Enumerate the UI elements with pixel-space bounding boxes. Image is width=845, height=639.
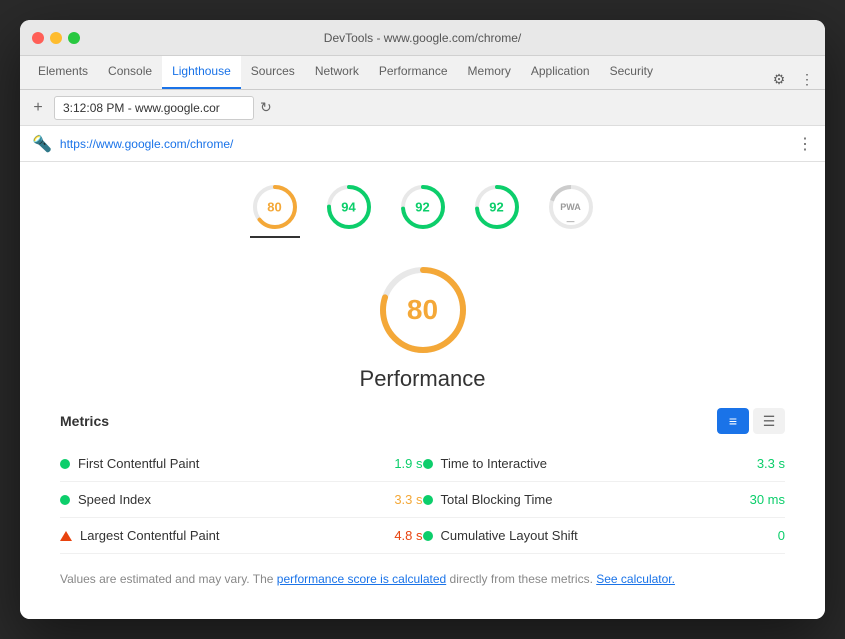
fcp-dot [60, 459, 70, 469]
title-bar: DevTools - www.google.com/chrome/ [20, 20, 825, 56]
cls-value: 0 [778, 528, 785, 543]
score-ring-0: 80 [250, 182, 300, 232]
score-circles: 80 94 [60, 182, 785, 238]
metrics-header: Metrics ≡ ☰ [60, 408, 785, 434]
maximize-button[interactable] [68, 32, 80, 44]
tabs-right-controls: ⚙ ⋮ [769, 69, 825, 89]
new-tab-icon[interactable]: + [28, 98, 48, 118]
score-ring-pwa: PWA − [546, 182, 596, 232]
lcp-name: Largest Contentful Paint [80, 528, 378, 543]
footer-text-before: Values are estimated and may vary. The [60, 572, 277, 586]
score-circle-3[interactable]: 92 [472, 182, 522, 238]
tbt-value: 30 ms [750, 492, 785, 507]
settings-icon[interactable]: ⚙ [769, 69, 789, 89]
metric-fcp: First Contentful Paint 1.9 s [60, 446, 423, 482]
si-dot [60, 495, 70, 505]
address-bar: + ↻ [20, 90, 825, 126]
tab-performance[interactable]: Performance [369, 55, 458, 89]
more-icon[interactable]: ⋮ [797, 69, 817, 89]
performance-score-value: 80 [407, 294, 438, 326]
score-value-1: 94 [341, 200, 355, 215]
cls-dot [423, 531, 433, 541]
tab-application[interactable]: Application [521, 55, 600, 89]
footer-text-between: directly from these metrics. [446, 572, 596, 586]
tab-elements[interactable]: Elements [28, 55, 98, 89]
view-toggle: ≡ ☰ [717, 408, 785, 434]
score-value-2: 92 [415, 200, 429, 215]
perf-score-link[interactable]: performance score is calculated [277, 572, 446, 586]
score-circle-1[interactable]: 94 [324, 182, 374, 238]
fcp-name: First Contentful Paint [78, 456, 378, 471]
score-circle-2[interactable]: 92 [398, 182, 448, 238]
pwa-label: PWA [560, 202, 581, 212]
score-ring-1: 94 [324, 182, 374, 232]
metric-si: Speed Index 3.3 s [60, 482, 423, 518]
performance-score-container: 80 Performance [60, 262, 785, 392]
score-ring-2: 92 [398, 182, 448, 232]
performance-ring: 80 [375, 262, 471, 358]
tab-security[interactable]: Security [600, 55, 663, 89]
tti-value: 3.3 s [757, 456, 785, 471]
lighthouse-brand-icon: 🔦 [32, 134, 52, 154]
metric-cls: Cumulative Layout Shift 0 [423, 518, 786, 554]
metric-tbt: Total Blocking Time 30 ms [423, 482, 786, 518]
minimize-button[interactable] [50, 32, 62, 44]
score-underline-0 [250, 236, 300, 238]
tab-memory[interactable]: Memory [458, 55, 521, 89]
si-value: 3.3 s [394, 492, 422, 507]
performance-title: Performance [360, 366, 486, 392]
metrics-title: Metrics [60, 413, 109, 429]
url-more-icon[interactable]: ⋮ [797, 134, 813, 154]
metrics-left-col: First Contentful Paint 1.9 s Speed Index… [60, 446, 423, 554]
lighthouse-url: https://www.google.com/chrome/ [60, 137, 233, 151]
lighthouse-url-bar: 🔦 https://www.google.com/chrome/ ⋮ [20, 126, 825, 162]
calculator-link[interactable]: See calculator. [596, 572, 675, 586]
score-value-0: 80 [267, 200, 281, 215]
score-circle-pwa[interactable]: PWA − [546, 182, 596, 238]
score-ring-3: 92 [472, 182, 522, 232]
tab-sources[interactable]: Sources [241, 55, 305, 89]
tti-dot [423, 459, 433, 469]
browser-window: DevTools - www.google.com/chrome/ Elemen… [20, 20, 825, 619]
toggle-detail-view[interactable]: ≡ [717, 408, 749, 434]
traffic-lights [32, 32, 80, 44]
score-circle-0[interactable]: 80 [250, 182, 300, 238]
tti-name: Time to Interactive [441, 456, 741, 471]
toggle-list-view[interactable]: ☰ [753, 408, 785, 434]
lcp-value: 4.8 s [394, 528, 422, 543]
si-name: Speed Index [78, 492, 378, 507]
metrics-right-col: Time to Interactive 3.3 s Total Blocking… [423, 446, 786, 554]
metric-tti: Time to Interactive 3.3 s [423, 446, 786, 482]
close-button[interactable] [32, 32, 44, 44]
footer-note: Values are estimated and may vary. The p… [60, 570, 785, 589]
tab-console[interactable]: Console [98, 55, 162, 89]
tbt-name: Total Blocking Time [441, 492, 734, 507]
lighthouse-content: 80 94 [20, 162, 825, 619]
lcp-triangle-icon [60, 531, 72, 541]
reload-icon[interactable]: ↻ [260, 99, 272, 116]
cls-name: Cumulative Layout Shift [441, 528, 762, 543]
devtools-tabs: Elements Console Lighthouse Sources Netw… [20, 56, 825, 90]
pwa-minus-icon: − [566, 214, 575, 232]
score-value-3: 92 [489, 200, 503, 215]
tab-lighthouse[interactable]: Lighthouse [162, 55, 241, 89]
address-input[interactable] [54, 96, 254, 120]
metrics-grid: First Contentful Paint 1.9 s Speed Index… [60, 446, 785, 554]
metric-lcp: Largest Contentful Paint 4.8 s [60, 518, 423, 554]
window-title: DevTools - www.google.com/chrome/ [324, 31, 521, 45]
tab-network[interactable]: Network [305, 55, 369, 89]
fcp-value: 1.9 s [394, 456, 422, 471]
tbt-dot [423, 495, 433, 505]
